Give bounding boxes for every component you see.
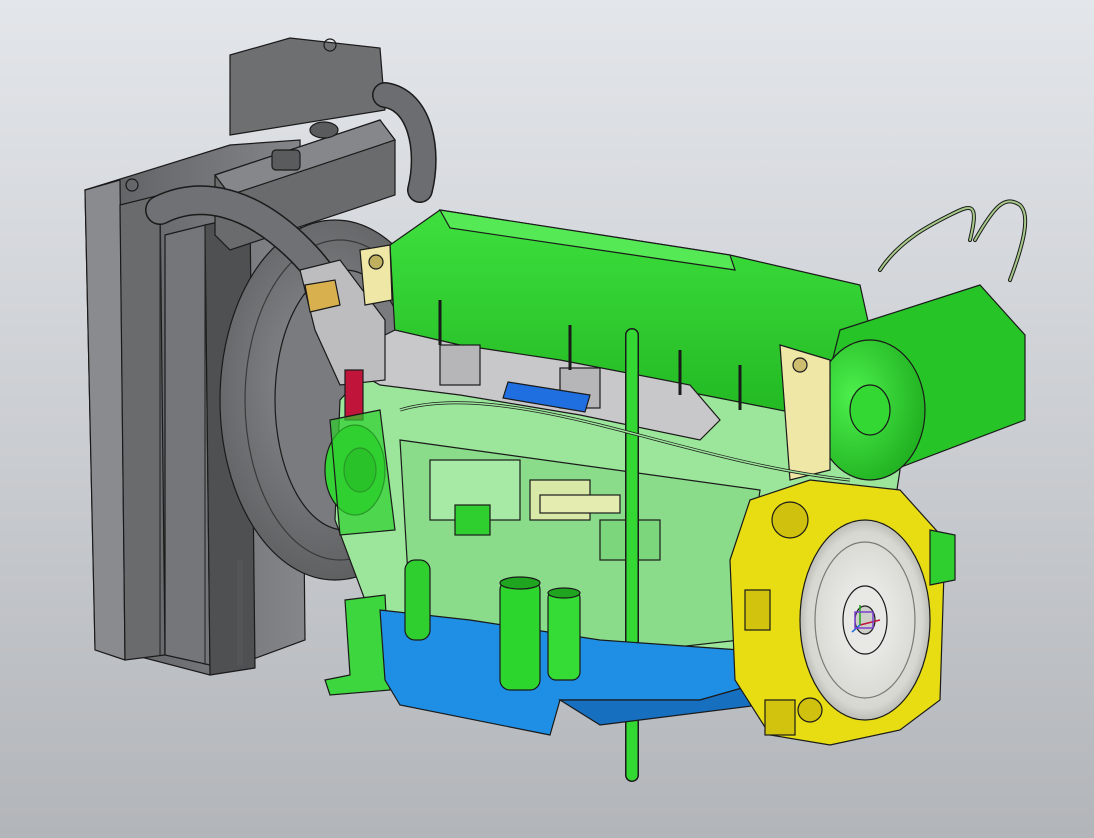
radiator-fin-block-2 [164,224,211,666]
engine-model-render[interactable] [0,0,1094,838]
radiator-fin-block-1 [119,194,166,661]
breather-pipes [878,199,1028,282]
flywheel[interactable] [799,519,931,721]
cad-viewport[interactable] [0,0,1094,838]
radiator-front-frame [84,179,126,661]
rear-mount[interactable] [929,529,956,586]
lifting-eye [359,244,393,306]
radiator-back-panel [229,37,386,136]
